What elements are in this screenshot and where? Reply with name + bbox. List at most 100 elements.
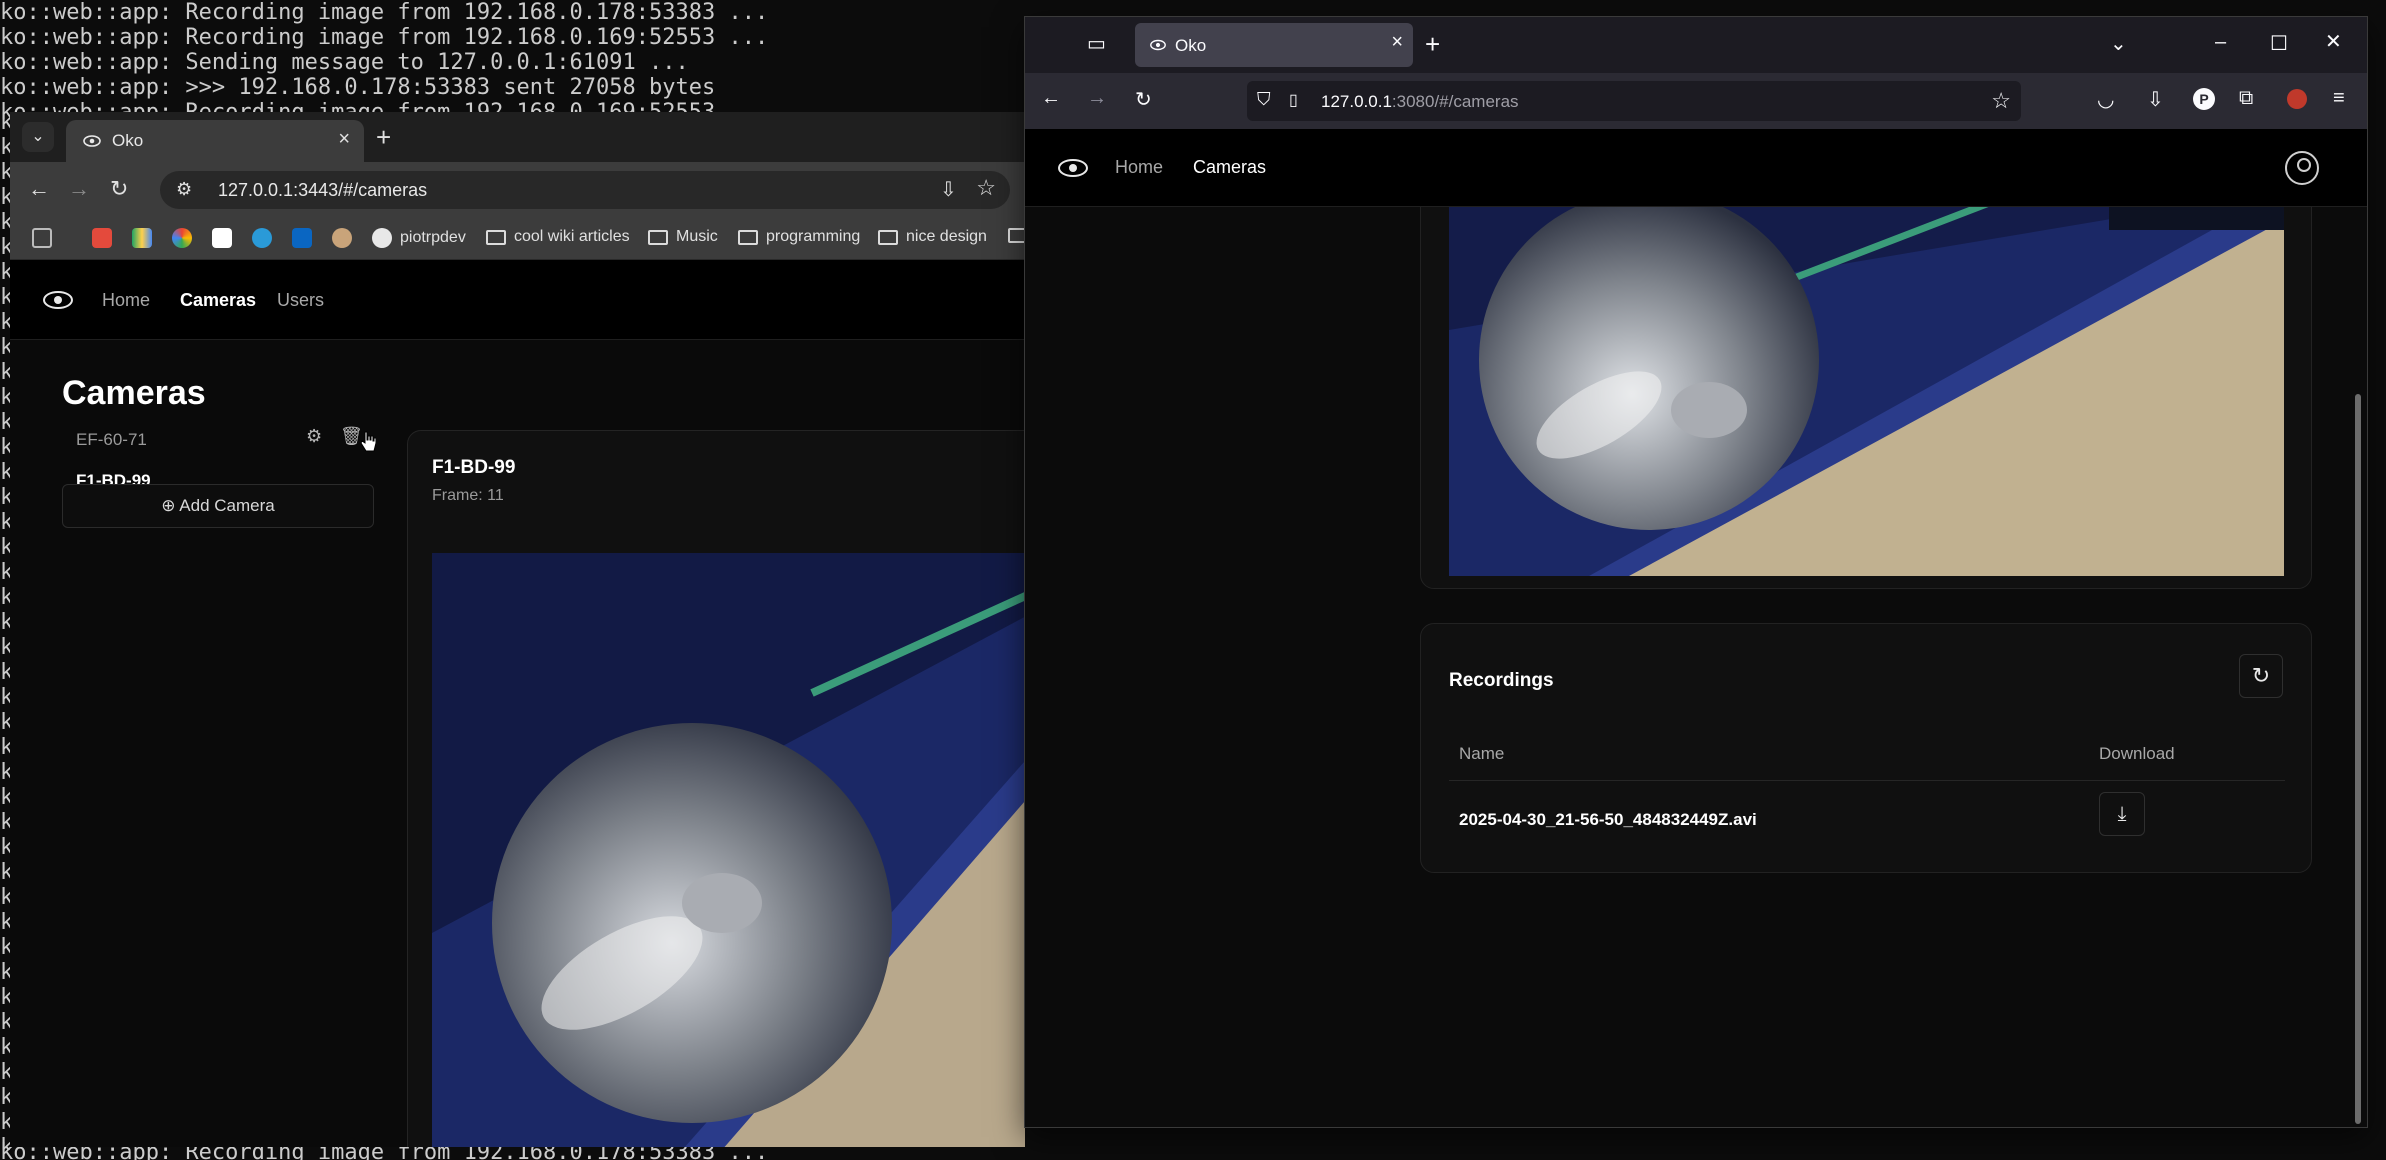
page-info-icon[interactable]: ▯: [1289, 90, 1298, 110]
column-header-name: Name: [1459, 744, 1505, 763]
nav-cameras[interactable]: Cameras: [1193, 157, 1266, 178]
folder-icon: [648, 229, 668, 245]
camera-list-item[interactable]: EF-60-71: [76, 430, 147, 450]
download-button[interactable]: ⤓: [2099, 792, 2145, 836]
eye-logo-icon[interactable]: [1058, 159, 1088, 177]
settings-gear-icon[interactable]: ⚙: [306, 426, 322, 447]
apps-grid-icon[interactable]: [32, 228, 52, 248]
app-nav-bar: Home Cameras Users: [10, 260, 1025, 340]
close-window-icon[interactable]: ✕: [2325, 29, 2342, 54]
firefox-tab-oko[interactable]: Oko ×: [1135, 23, 1413, 67]
folder-icon: [878, 229, 898, 245]
reload-icon[interactable]: ↻: [1135, 87, 1152, 112]
nav-cameras[interactable]: Cameras: [180, 290, 256, 311]
edge-icon[interactable]: [252, 228, 272, 248]
camera-feed-card: F1-BD-99 Frame: 11: [407, 430, 1025, 1147]
github-icon: [372, 228, 392, 248]
chrome-window: ⌄ Oko × + ← → ↻ ⚙ 127.0.0.1:3443/#/camer…: [10, 112, 1025, 1147]
url-host: 127.0.0.1: [1321, 92, 1392, 111]
feed-camera-name: F1-BD-99: [432, 457, 516, 478]
ublock-icon[interactable]: [2287, 89, 2307, 109]
firefox-toolbar: ← → ↻ ⛉ ▯ 127.0.0.1:3080/#/cameras ☆ ◡ ⇩…: [1025, 73, 2367, 129]
app-main: Cameras EF-60-71 ⚙ 🗑 F1-BD-99 ⊕ Add Came…: [10, 340, 1025, 1147]
table-divider: [1449, 780, 2285, 781]
url-path: :3080/#/cameras: [1391, 92, 1519, 111]
refresh-button[interactable]: ↻: [2239, 654, 2283, 698]
site-info-icon[interactable]: ⚙: [176, 179, 192, 200]
firefox-window: ▭ Oko × + ⌄ – ☐ ✕ ← → ↻ ⛉ ▯ 127.0.0.1:30…: [1025, 17, 2367, 1127]
pocket-icon[interactable]: ◡: [2097, 87, 2114, 112]
page-title: Cameras: [62, 374, 206, 412]
eye-icon: [1150, 39, 1166, 51]
bookmark-programming[interactable]: programming: [738, 228, 860, 246]
bookmark-cool-wiki-articles[interactable]: cool wiki articles: [486, 228, 630, 246]
bookmark-label: piotrpdev: [400, 229, 466, 246]
folder-icon: [486, 229, 506, 245]
folder-icon: [738, 229, 758, 245]
address-bar[interactable]: ⚙ 127.0.0.1:3443/#/cameras ⇩ ☆: [160, 171, 1010, 209]
new-tab-button[interactable]: +: [376, 122, 391, 153]
bookmark-nice-design[interactable]: nice design: [878, 228, 987, 246]
recordings-title: Recordings: [1449, 670, 1554, 691]
recordings-card: Recordings ↻ Name Download 2025-04-30_21…: [1420, 623, 2312, 873]
address-bar[interactable]: ⛉ ▯ 127.0.0.1:3080/#/cameras ☆: [1247, 81, 2021, 121]
nav-home[interactable]: Home: [102, 290, 150, 311]
tracking-protection-icon[interactable]: ⛉: [1257, 89, 1271, 110]
back-arrow-icon[interactable]: ←: [1041, 87, 1061, 110]
chrome-tab-oko[interactable]: Oko ×: [66, 120, 364, 162]
page-scrollbar[interactable]: [2355, 394, 2361, 1124]
add-camera-button[interactable]: ⊕ Add Camera: [62, 484, 374, 528]
profile-icon[interactable]: P: [2193, 88, 2215, 110]
reload-icon[interactable]: ↻: [110, 176, 128, 202]
tab-search-button[interactable]: ⌄: [22, 122, 54, 152]
nav-home[interactable]: Home: [1115, 157, 1163, 178]
close-tab-icon[interactable]: ×: [1391, 31, 1403, 54]
url-text: 127.0.0.1:3080/#/cameras: [1321, 92, 1519, 112]
back-arrow-icon[interactable]: ←: [28, 176, 50, 202]
bookmark-star-icon[interactable]: ☆: [976, 175, 996, 201]
bookmarks-bar: piotrpdev cool wiki articles Music progr…: [10, 218, 1025, 260]
bookmark-star-icon[interactable]: ☆: [1991, 88, 2011, 114]
chrome-tab-bar: ⌄ Oko × +: [10, 112, 1025, 162]
url-text: 127.0.0.1:3443/#/cameras: [218, 180, 428, 200]
forward-arrow-icon[interactable]: →: [68, 176, 90, 202]
frame-counter: Frame: 11: [432, 487, 504, 504]
bookmark-label: nice design: [906, 228, 987, 245]
maximize-icon[interactable]: ☐: [2270, 31, 2288, 56]
user-avatar-icon[interactable]: [2285, 151, 2319, 185]
minimize-icon[interactable]: –: [2215, 31, 2226, 54]
refresh-icon: ↻: [2251, 663, 2271, 688]
plus-circle-icon: ⊕: [161, 496, 180, 515]
forward-arrow-icon[interactable]: →: [1087, 87, 1107, 110]
bookmark-label: Music: [676, 228, 718, 245]
photos-icon[interactable]: [172, 228, 192, 248]
add-camera-label: Add Camera: [179, 496, 275, 515]
close-tab-icon[interactable]: ×: [338, 128, 350, 151]
profile-photo-icon[interactable]: [332, 228, 352, 248]
folder-icon: [1008, 228, 1025, 243]
linkedin-icon[interactable]: [292, 228, 312, 248]
install-app-icon[interactable]: ⇩: [940, 177, 957, 202]
downloads-icon[interactable]: ⇩: [2147, 87, 2164, 112]
new-tab-button[interactable]: +: [1425, 29, 1440, 60]
nav-users[interactable]: Users: [277, 290, 324, 311]
eye-logo-icon[interactable]: [43, 291, 73, 309]
column-header-download: Download: [2099, 744, 2175, 763]
bookmark-piotrpdev[interactable]: piotrpdev: [372, 228, 466, 248]
list-tabs-chevron-icon[interactable]: ⌄: [2110, 31, 2127, 56]
bookmark-label: cool wiki articles: [514, 228, 630, 245]
app-nav-bar: Home Cameras: [1025, 129, 2367, 207]
chrome-toolbar: ← → ↻ ⚙ 127.0.0.1:3443/#/cameras ⇩ ☆: [10, 162, 1025, 218]
camera-feed-image: [432, 553, 1025, 1147]
drive-icon[interactable]: [132, 228, 152, 248]
eye-icon: [83, 135, 101, 147]
bookmark-overflow[interactable]: [1008, 228, 1025, 243]
menu-hamburger-icon[interactable]: ≡: [2333, 87, 2345, 110]
gmail-icon[interactable]: [92, 228, 112, 248]
amazon-icon[interactable]: [212, 228, 232, 248]
recording-filename: 2025-04-30_21-56-50_484832449Z.avi: [1459, 810, 1757, 829]
bookmark-music[interactable]: Music: [648, 228, 718, 246]
camera-feed-image: [1449, 170, 2284, 576]
extensions-icon[interactable]: ⧉: [2239, 87, 2253, 110]
firefox-view-icon[interactable]: ▭: [1087, 31, 1106, 56]
